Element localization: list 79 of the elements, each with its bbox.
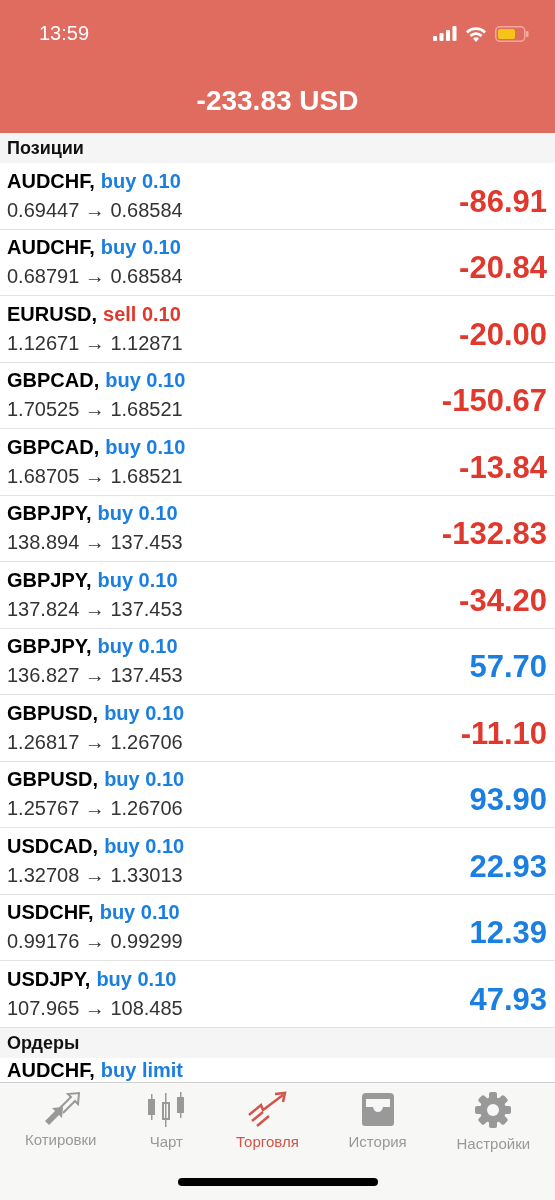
order-type: buy 0.10 — [104, 768, 185, 791]
price-range: 136.827 → 137.453 — [7, 664, 183, 688]
order-row[interactable]: AUDCHF, buy limit — [0, 1057, 555, 1082]
order-type: buy 0.10 — [97, 635, 178, 658]
order-type: buy 0.10 — [105, 369, 186, 392]
profit-value: 47.93 — [469, 981, 547, 1018]
section-header: Позиции — [0, 133, 555, 163]
profit-value: -20.00 — [459, 316, 547, 353]
settings-icon — [474, 1090, 513, 1129]
battery-icon — [495, 25, 529, 42]
position-row[interactable]: USDCHF, buy 0.10 0.99176 → 0.99299 12.39 — [0, 894, 555, 961]
symbol-label: EURUSD, — [7, 302, 97, 325]
position-row[interactable]: USDCAD, buy 0.10 1.32708 → 1.33013 22.93 — [0, 828, 555, 895]
candlestick-icon — [146, 1090, 187, 1127]
symbol-label: GBPUSD, — [7, 768, 99, 791]
tab-item[interactable]: Торговля — [232, 1090, 303, 1152]
price-range: 0.69447 → 0.68584 — [7, 198, 183, 222]
position-row[interactable]: GBPJPY, buy 0.10 138.894 → 137.453 -132.83 — [0, 495, 555, 562]
wifi-icon — [465, 25, 487, 42]
position-row[interactable]: AUDCHF, buy 0.10 0.68791 → 0.68584 -20.84 — [0, 229, 555, 296]
symbol-label: USDCAD, — [7, 834, 99, 857]
symbol-label: USDJPY, — [7, 967, 91, 990]
account-total: -233.83 USD — [195, 85, 360, 117]
order-type: buy 0.10 — [97, 502, 178, 525]
position-row[interactable]: AUDCHF, buy 0.10 0.69447 → 0.68584 -86.91 — [0, 163, 555, 230]
profit-value: -13.84 — [459, 449, 547, 486]
price-range: 1.68705 → 1.68521 — [7, 464, 184, 488]
symbol-label: GBPJPY, — [7, 502, 92, 525]
profit-value: -11.10 — [460, 715, 547, 752]
profit-value: 93.90 — [469, 782, 547, 819]
order-type: buy 0.10 — [100, 236, 181, 259]
position-row[interactable]: GBPUSD, buy 0.10 1.26817 → 1.26706 -11.10 — [0, 695, 555, 762]
symbol-label: GBPJPY, — [7, 568, 92, 591]
price-range: 1.12671 → 1.12871 — [7, 331, 183, 355]
symbol-label: USDCHF, — [7, 901, 94, 924]
symbol-label: GBPUSD, — [7, 701, 99, 724]
order-type: buy limit — [100, 1058, 183, 1081]
price-range: 1.26817 → 1.26706 — [7, 730, 184, 754]
position-row[interactable]: GBPUSD, buy 0.10 1.25767 → 1.26706 93.90 — [0, 761, 555, 828]
position-row[interactable]: GBPJPY, buy 0.10 136.827 → 137.453 57.70 — [0, 628, 555, 695]
symbol-label: GBPJPY, — [7, 635, 92, 658]
section-header: Ордеры — [0, 1027, 555, 1058]
signal-icon — [433, 26, 457, 41]
price-range: 137.824 → 137.453 — [7, 597, 183, 621]
profit-value: -86.91 — [459, 183, 547, 220]
order-type: buy 0.10 — [99, 901, 180, 924]
price-range: 1.32708 → 1.33013 — [7, 863, 184, 887]
price-range: 107.965 → 108.485 — [7, 996, 183, 1020]
order-type: buy 0.10 — [100, 169, 181, 192]
profit-value: -132.83 — [441, 516, 547, 553]
position-row[interactable]: GBPCAD, buy 0.10 1.70525 → 1.68521 -150.67 — [0, 362, 555, 429]
order-type: buy 0.10 — [96, 967, 177, 990]
price-range: 1.25767 → 1.26706 — [7, 797, 184, 821]
profit-value: 57.70 — [469, 649, 547, 686]
symbol-label: AUDCHF, — [7, 236, 95, 259]
symbol-label: GBPCAD, — [7, 369, 100, 392]
profit-value: -20.84 — [459, 250, 547, 287]
price-range: 138.894 → 137.453 — [7, 531, 183, 555]
position-row[interactable]: EURUSD, sell 0.10 1.12671 → 1.12871 -20.00 — [0, 296, 555, 363]
price-range: 0.99176 → 0.99299 — [7, 930, 183, 954]
profit-value: 12.39 — [469, 915, 547, 952]
symbol-label: GBPCAD, — [7, 435, 100, 458]
trend-arrow-icon — [247, 1090, 288, 1127]
profit-value: -150.67 — [441, 383, 547, 420]
profit-value: -34.20 — [459, 582, 547, 619]
position-row[interactable]: GBPCAD, buy 0.10 1.68705 → 1.68521 -13.84 — [0, 429, 555, 496]
order-type: sell 0.10 — [103, 302, 181, 325]
status-time: 13:59 — [39, 22, 90, 45]
position-row[interactable]: USDJPY, buy 0.10 107.965 → 108.485 47.93 — [0, 961, 555, 1028]
symbol-label: AUDCHF, — [7, 169, 95, 192]
symbol-label: AUDCHF, — [7, 1058, 95, 1081]
profit-value: 22.93 — [469, 848, 547, 885]
order-type: buy 0.10 — [105, 435, 186, 458]
price-range: 1.70525 → 1.68521 — [7, 398, 184, 422]
position-row[interactable]: GBPJPY, buy 0.10 137.824 → 137.453 -34.20 — [0, 562, 555, 629]
order-type: buy 0.10 — [104, 701, 185, 724]
order-type: buy 0.10 — [104, 834, 185, 857]
price-range: 0.68791 → 0.68584 — [7, 265, 183, 289]
order-type: buy 0.10 — [97, 568, 178, 591]
